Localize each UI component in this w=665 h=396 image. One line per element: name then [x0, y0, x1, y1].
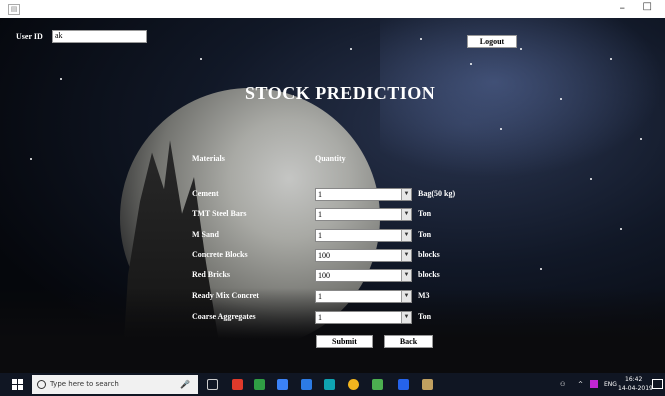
chevron-up-icon[interactable]: ^: [578, 381, 583, 388]
edge-icon[interactable]: [301, 379, 312, 390]
quantity-select-red-bricks[interactable]: 100 ▼: [315, 269, 412, 282]
language-indicator[interactable]: ENG: [604, 381, 617, 388]
star: [540, 268, 542, 270]
select-value: 100: [318, 251, 330, 260]
star: [640, 138, 642, 140]
material-label-ready-mix-concrete: Ready Mix Concret: [192, 291, 259, 300]
app-icon-tan[interactable]: [422, 379, 433, 390]
select-value: 100: [318, 271, 330, 280]
user-id-field[interactable]: ak: [52, 30, 147, 43]
chevron-down-icon[interactable]: ▼: [401, 250, 411, 261]
star: [350, 48, 352, 50]
unit-label-m-sand: Ton: [418, 230, 432, 239]
quantity-select-m-sand[interactable]: 1 ▼: [315, 229, 412, 242]
select-value: 1: [318, 292, 322, 301]
tray-app-icon[interactable]: [590, 380, 598, 388]
select-value: 1: [318, 190, 322, 199]
quantity-select-cement[interactable]: 1 ▼: [315, 188, 412, 201]
quantity-select-tmt-steel-bars[interactable]: 1 ▼: [315, 208, 412, 221]
chevron-down-icon[interactable]: ▼: [401, 291, 411, 302]
chevron-down-icon[interactable]: ▼: [401, 270, 411, 281]
star: [590, 178, 592, 180]
unit-label-cement: Bag(50 kg): [418, 189, 456, 198]
quantity-select-coarse-aggregates[interactable]: 1 ▼: [315, 311, 412, 324]
star: [470, 63, 472, 65]
material-label-coarse-aggregates: Coarse Aggregates: [192, 312, 256, 321]
star: [620, 228, 622, 230]
taskbar-search-box[interactable]: Type here to search 🎤: [32, 375, 198, 394]
unit-label-concrete-blocks: blocks: [418, 250, 440, 259]
submit-button[interactable]: Submit: [316, 335, 373, 348]
people-icon[interactable]: ⚇: [560, 381, 565, 388]
select-value: 1: [318, 210, 322, 219]
unit-label-coarse-aggregates: Ton: [418, 312, 432, 321]
materials-header: Materials: [192, 154, 225, 163]
material-label-concrete-blocks: Concrete Blocks: [192, 250, 248, 259]
star: [520, 48, 522, 50]
window-titlebar: ▤ – □: [0, 0, 665, 18]
select-value: 1: [318, 313, 322, 322]
file-explorer-icon[interactable]: [277, 379, 288, 390]
opera-icon[interactable]: [232, 379, 243, 390]
quantity-select-concrete-blocks[interactable]: 100 ▼: [315, 249, 412, 262]
app-icon-green[interactable]: [254, 379, 265, 390]
star: [60, 78, 62, 80]
search-placeholder: Type here to search: [50, 380, 119, 388]
star: [420, 38, 422, 40]
logout-button[interactable]: Logout: [467, 35, 517, 48]
star: [500, 128, 502, 130]
microphone-icon[interactable]: 🎤: [180, 375, 190, 394]
taskbar: Type here to search 🎤 ⚇ ^ ENG 16:42 14-0…: [0, 373, 665, 396]
chrome-icon[interactable]: [348, 379, 359, 390]
quantity-header: Quantity: [315, 154, 346, 163]
star: [560, 98, 562, 100]
app-window: User ID ak Logout STOCK PREDICTION Mater…: [0, 18, 665, 373]
material-label-tmt-steel-bars: TMT Steel Bars: [192, 209, 247, 218]
app-icon-blue[interactable]: [398, 379, 409, 390]
app-icon-green-2[interactable]: [372, 379, 383, 390]
chevron-down-icon[interactable]: ▼: [401, 189, 411, 200]
quantity-select-ready-mix-concrete[interactable]: 1 ▼: [315, 290, 412, 303]
material-label-cement: Cement: [192, 189, 219, 198]
material-label-m-sand: M Sand: [192, 230, 219, 239]
unit-label-ready-mix-concrete: M3: [418, 291, 430, 300]
star: [30, 158, 32, 160]
chevron-down-icon[interactable]: ▼: [401, 230, 411, 241]
app-icon-teal[interactable]: [324, 379, 335, 390]
chevron-down-icon[interactable]: ▼: [401, 209, 411, 220]
back-button[interactable]: Back: [384, 335, 433, 348]
task-view-icon[interactable]: [207, 379, 218, 390]
cortana-icon: [37, 380, 46, 389]
user-id-label: User ID: [16, 32, 43, 41]
clock-time[interactable]: 16:42: [625, 376, 642, 383]
chevron-down-icon[interactable]: ▼: [401, 312, 411, 323]
material-label-red-bricks: Red Bricks: [192, 270, 230, 279]
select-value: 1: [318, 231, 322, 240]
star: [200, 58, 202, 60]
windows-start-icon[interactable]: [12, 379, 23, 390]
app-icon: ▤: [8, 4, 20, 15]
page-title: STOCK PREDICTION: [245, 83, 436, 103]
clock-date[interactable]: 14-04-2019: [618, 385, 653, 392]
star: [610, 58, 612, 60]
unit-label-tmt-steel-bars: Ton: [418, 209, 432, 218]
notification-icon[interactable]: [652, 379, 663, 389]
minimize-button[interactable]: –: [620, 1, 626, 14]
unit-label-red-bricks: blocks: [418, 270, 440, 279]
maximize-button[interactable]: □: [643, 1, 652, 12]
